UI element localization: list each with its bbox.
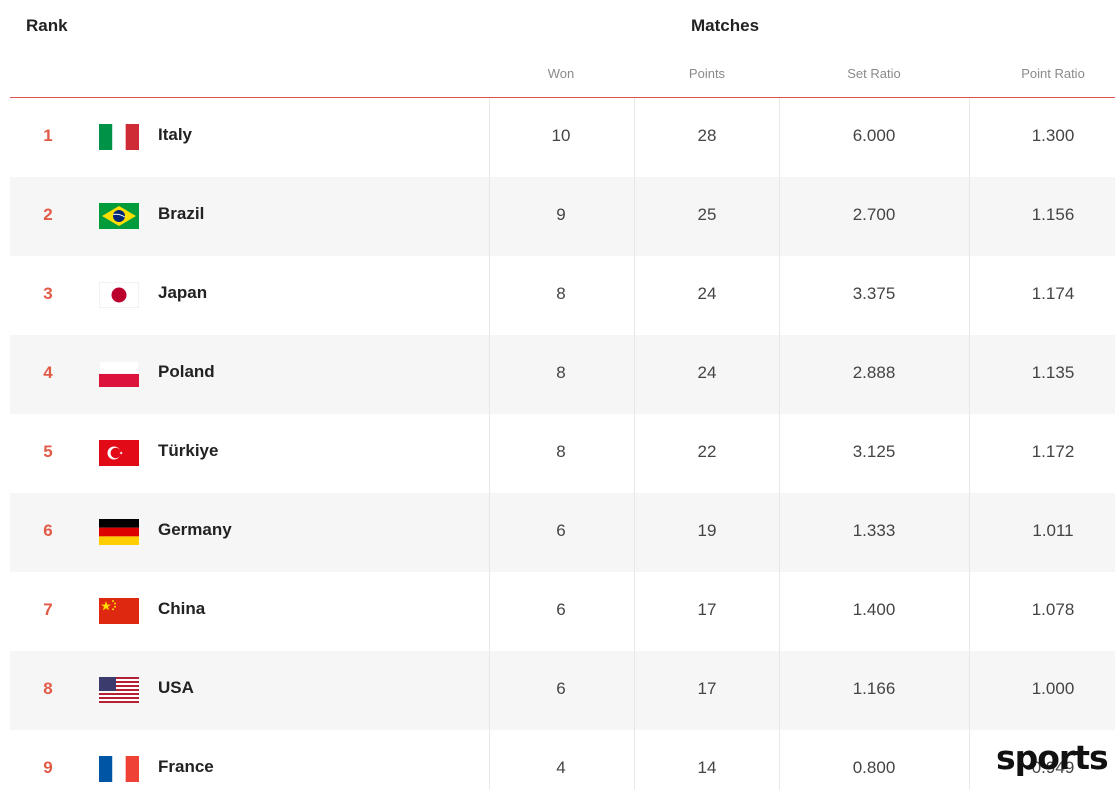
won-value: 9 <box>556 205 566 224</box>
rank-value: 2 <box>43 205 53 224</box>
column-divider <box>489 98 490 790</box>
table-row[interactable]: 9 France 4 14 0.800 0.949 <box>0 730 1115 809</box>
rank-value: 3 <box>43 284 53 303</box>
won-value: 6 <box>556 521 566 540</box>
point-ratio-value: 1.172 <box>1031 442 1075 461</box>
rank-value: 7 <box>43 600 53 619</box>
set-ratio-value: 0.800 <box>852 758 896 777</box>
points-value: 17 <box>697 679 717 698</box>
point-ratio-value: 1.011 <box>1032 521 1074 540</box>
point-ratio-value: 1.000 <box>1031 679 1075 698</box>
rank-value: 8 <box>43 679 53 698</box>
points-value: 24 <box>697 363 717 382</box>
country-name[interactable]: USA <box>158 678 194 698</box>
points-value: 22 <box>697 442 717 461</box>
country-name[interactable]: Germany <box>158 520 232 540</box>
matches-header: Matches <box>691 16 760 35</box>
country-name[interactable]: Brazil <box>158 204 204 224</box>
country-name[interactable]: Türkiye <box>158 441 218 461</box>
table-row[interactable]: 3 Japan 8 24 3.375 1.174 <box>0 256 1115 335</box>
france-flag-icon <box>99 756 139 782</box>
set-ratio-value: 3.125 <box>852 442 896 461</box>
points-value: 17 <box>697 600 717 619</box>
won-value: 4 <box>556 758 566 777</box>
set-ratio-value: 3.375 <box>852 284 896 303</box>
country-name[interactable]: Poland <box>158 362 215 382</box>
rank-value: 4 <box>43 363 53 382</box>
point-ratio-value: 1.135 <box>1031 363 1075 382</box>
column-divider <box>634 98 635 790</box>
won-value: 8 <box>556 284 566 303</box>
won-value: 8 <box>556 442 566 461</box>
points-value: 19 <box>697 521 717 540</box>
column-divider <box>779 98 780 790</box>
won-column-header[interactable]: Won <box>548 66 575 81</box>
point-ratio-value: 1.156 <box>1031 205 1075 224</box>
set-ratio-value: 1.400 <box>852 600 896 619</box>
brazil-flag-icon <box>99 203 139 229</box>
point-ratio-value: 1.300 <box>1031 126 1075 145</box>
point-ratio-column-header[interactable]: Point Ratio <box>1021 66 1085 81</box>
set-ratio-value: 2.700 <box>852 205 896 224</box>
points-column-header[interactable]: Points <box>689 66 725 81</box>
table-row[interactable]: 1 Italy 10 28 6.000 1.300 <box>0 98 1115 177</box>
sports-watermark-logo: sports <box>996 738 1109 777</box>
germany-flag-icon <box>99 519 139 545</box>
standings-table: 1 Italy 10 28 6.000 1.300 2 Brazil 9 25 … <box>0 98 1115 809</box>
won-value: 10 <box>551 126 571 145</box>
set-ratio-value: 6.000 <box>852 126 896 145</box>
table-row[interactable]: 5 Türkiye 8 22 3.125 1.172 <box>0 414 1115 493</box>
usa-flag-icon <box>99 677 139 703</box>
country-name[interactable]: France <box>158 757 214 777</box>
table-row[interactable]: 7 China 6 17 1.400 1.078 <box>0 572 1115 651</box>
japan-flag-icon <box>99 282 139 308</box>
italy-flag-icon <box>99 124 139 150</box>
table-row[interactable]: 6 Germany 6 19 1.333 1.011 <box>10 493 1115 572</box>
set-ratio-value: 1.166 <box>852 679 896 698</box>
country-name[interactable]: China <box>158 599 205 619</box>
rank-header: Rank <box>26 16 68 35</box>
points-value: 14 <box>697 758 717 777</box>
china-flag-icon <box>99 598 139 624</box>
point-ratio-value: 1.078 <box>1031 600 1075 619</box>
rank-value: 9 <box>43 758 53 777</box>
table-row[interactable]: 8 USA 6 17 1.166 1.000 <box>10 651 1115 730</box>
table-row[interactable]: 4 Poland 8 24 2.888 1.135 <box>10 335 1115 414</box>
country-name[interactable]: Italy <box>158 125 192 145</box>
rank-value: 5 <box>43 442 53 461</box>
column-divider <box>969 98 970 790</box>
poland-flag-icon <box>99 361 139 387</box>
set-ratio-value: 2.888 <box>852 363 896 382</box>
set-ratio-value: 1.333 <box>852 521 896 540</box>
turkiye-flag-icon <box>99 440 139 466</box>
point-ratio-value: 1.174 <box>1031 284 1075 303</box>
country-name[interactable]: Japan <box>158 283 207 303</box>
points-value: 24 <box>697 284 717 303</box>
points-value: 28 <box>697 126 717 145</box>
won-value: 8 <box>556 363 566 382</box>
table-row[interactable]: 2 Brazil 9 25 2.700 1.156 <box>10 177 1115 256</box>
rank-value: 6 <box>43 521 53 540</box>
points-value: 25 <box>697 205 717 224</box>
set-ratio-column-header[interactable]: Set Ratio <box>847 66 900 81</box>
rank-value: 1 <box>43 126 53 145</box>
won-value: 6 <box>556 679 566 698</box>
won-value: 6 <box>556 600 566 619</box>
